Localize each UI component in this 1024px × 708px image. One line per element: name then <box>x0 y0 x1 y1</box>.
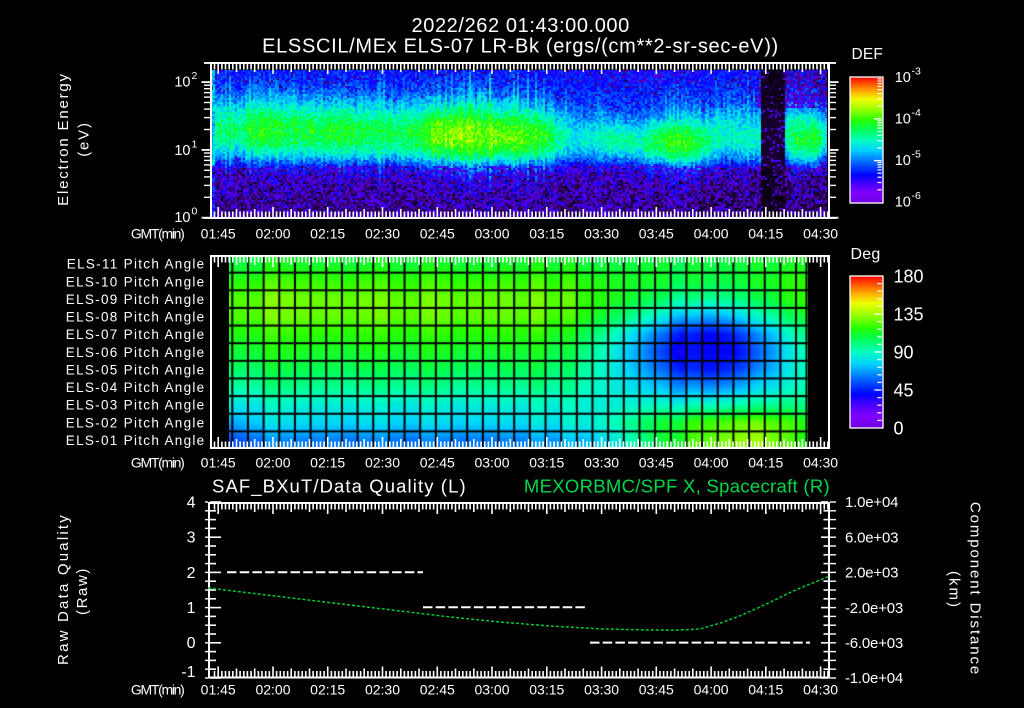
svg-text:3: 3 <box>187 530 196 547</box>
svg-text:10: 10 <box>895 112 911 128</box>
svg-text:04:00: 04:00 <box>694 454 729 470</box>
svg-text:02:00: 02:00 <box>255 225 290 241</box>
svg-text:Electron Energy: Electron Energy <box>55 72 72 206</box>
svg-text:04:00: 04:00 <box>694 682 729 698</box>
svg-text:04:15: 04:15 <box>748 454 783 470</box>
svg-text:2022/262 01:43:00.000: 2022/262 01:43:00.000 <box>412 15 630 37</box>
svg-text:04:30: 04:30 <box>803 682 838 698</box>
svg-text:Raw Data Quality: Raw Data Quality <box>55 513 72 665</box>
svg-text:-1.0e+04: -1.0e+04 <box>845 670 903 687</box>
svg-text:-3: -3 <box>912 66 921 78</box>
svg-text:02:30: 02:30 <box>365 682 400 698</box>
svg-text:03:30: 03:30 <box>584 225 619 241</box>
svg-text:03:15: 03:15 <box>529 682 564 698</box>
svg-text:ELS-10 Pitch Angle: ELS-10 Pitch Angle <box>66 274 206 289</box>
svg-text:04:30: 04:30 <box>803 454 838 470</box>
svg-text:03:00: 03:00 <box>474 682 509 698</box>
svg-text:45: 45 <box>894 381 914 401</box>
svg-text:1: 1 <box>187 600 196 617</box>
svg-text:GMT(min): GMT(min) <box>131 682 184 698</box>
svg-text:DEF: DEF <box>852 46 884 63</box>
svg-text:-2.0e+03: -2.0e+03 <box>845 600 903 617</box>
svg-text:ELS-06 Pitch Angle: ELS-06 Pitch Angle <box>66 345 206 360</box>
svg-text:03:45: 03:45 <box>639 454 674 470</box>
svg-text:1: 1 <box>192 139 198 151</box>
svg-text:03:00: 03:00 <box>474 454 509 470</box>
svg-text:90: 90 <box>894 343 914 363</box>
svg-text:(km): (km) <box>946 571 963 609</box>
svg-text:180: 180 <box>894 267 924 287</box>
svg-text:10: 10 <box>174 143 190 159</box>
svg-text:1.0e+04: 1.0e+04 <box>845 494 898 511</box>
svg-text:02:15: 02:15 <box>310 682 345 698</box>
svg-text:ELSSCIL/MEx ELS-07 LR-Bk (erg: ELSSCIL/MEx ELS-07 LR-Bk (ergs/(cm**2-sr… <box>262 35 779 57</box>
svg-text:4: 4 <box>187 494 196 511</box>
svg-text:02:00: 02:00 <box>255 682 290 698</box>
svg-text:(eV): (eV) <box>76 121 93 157</box>
svg-text:01:45: 01:45 <box>201 454 236 470</box>
svg-text:02:45: 02:45 <box>420 454 455 470</box>
svg-text:(Raw): (Raw) <box>74 567 91 615</box>
svg-text:03:45: 03:45 <box>639 225 674 241</box>
svg-text:2: 2 <box>187 565 196 582</box>
svg-text:10: 10 <box>895 153 911 169</box>
svg-text:ELS-11 Pitch Angle: ELS-11 Pitch Angle <box>67 257 206 272</box>
svg-text:GMT(min): GMT(min) <box>131 225 184 241</box>
svg-text:0: 0 <box>894 419 904 439</box>
svg-text:-6.0e+03: -6.0e+03 <box>845 635 903 652</box>
svg-text:-6: -6 <box>912 190 921 202</box>
svg-text:01:45: 01:45 <box>201 225 236 241</box>
svg-text:ELS-03 Pitch Angle: ELS-03 Pitch Angle <box>66 398 206 413</box>
svg-text:02:45: 02:45 <box>420 225 455 241</box>
svg-text:10: 10 <box>174 210 190 226</box>
svg-text:ELS-07 Pitch Angle: ELS-07 Pitch Angle <box>66 327 206 342</box>
svg-text:03:00: 03:00 <box>474 225 509 241</box>
svg-text:ELS-04 Pitch Angle: ELS-04 Pitch Angle <box>66 380 206 395</box>
svg-text:03:30: 03:30 <box>584 454 619 470</box>
svg-text:SAF_BXuT/Data Quality (L): SAF_BXuT/Data Quality (L) <box>212 476 467 498</box>
svg-text:02:45: 02:45 <box>420 682 455 698</box>
svg-text:02:15: 02:15 <box>310 454 345 470</box>
svg-text:135: 135 <box>894 305 924 325</box>
svg-text:0: 0 <box>187 635 196 652</box>
svg-text:GMT(min): GMT(min) <box>131 454 184 470</box>
svg-text:04:30: 04:30 <box>803 225 838 241</box>
svg-text:02:00: 02:00 <box>255 454 290 470</box>
svg-text:03:30: 03:30 <box>584 682 619 698</box>
svg-text:04:15: 04:15 <box>748 682 783 698</box>
svg-text:ELS-02 Pitch Angle: ELS-02 Pitch Angle <box>66 415 206 430</box>
svg-text:02:15: 02:15 <box>310 225 345 241</box>
svg-text:02:30: 02:30 <box>365 454 400 470</box>
svg-text:-5: -5 <box>912 149 921 161</box>
svg-text:02:30: 02:30 <box>365 225 400 241</box>
svg-text:Deg: Deg <box>851 246 881 263</box>
svg-text:10: 10 <box>174 75 190 91</box>
svg-text:Component Distance: Component Distance <box>967 502 984 676</box>
svg-text:0: 0 <box>192 206 198 218</box>
svg-text:-4: -4 <box>912 107 921 119</box>
svg-text:10: 10 <box>895 195 911 211</box>
svg-text:6.0e+03: 6.0e+03 <box>845 529 898 546</box>
svg-text:04:00: 04:00 <box>694 225 729 241</box>
svg-text:03:45: 03:45 <box>639 682 674 698</box>
svg-text:2.0e+03: 2.0e+03 <box>845 565 898 582</box>
svg-text:01:45: 01:45 <box>201 682 236 698</box>
svg-text:ELS-01 Pitch Angle: ELS-01 Pitch Angle <box>66 433 206 448</box>
svg-text:03:15: 03:15 <box>529 454 564 470</box>
svg-text:2: 2 <box>192 70 198 82</box>
svg-text:-1: -1 <box>181 664 195 681</box>
svg-text:03:15: 03:15 <box>529 225 564 241</box>
svg-text:MEXORBMC/SPF X, Spacecraft (R): MEXORBMC/SPF X, Spacecraft (R) <box>524 476 830 497</box>
svg-text:04:15: 04:15 <box>748 225 783 241</box>
svg-text:ELS-08 Pitch Angle: ELS-08 Pitch Angle <box>66 310 206 325</box>
svg-text:ELS-05 Pitch Angle: ELS-05 Pitch Angle <box>66 363 206 378</box>
svg-text:ELS-09 Pitch Angle: ELS-09 Pitch Angle <box>66 292 206 307</box>
svg-text:10: 10 <box>895 70 911 86</box>
